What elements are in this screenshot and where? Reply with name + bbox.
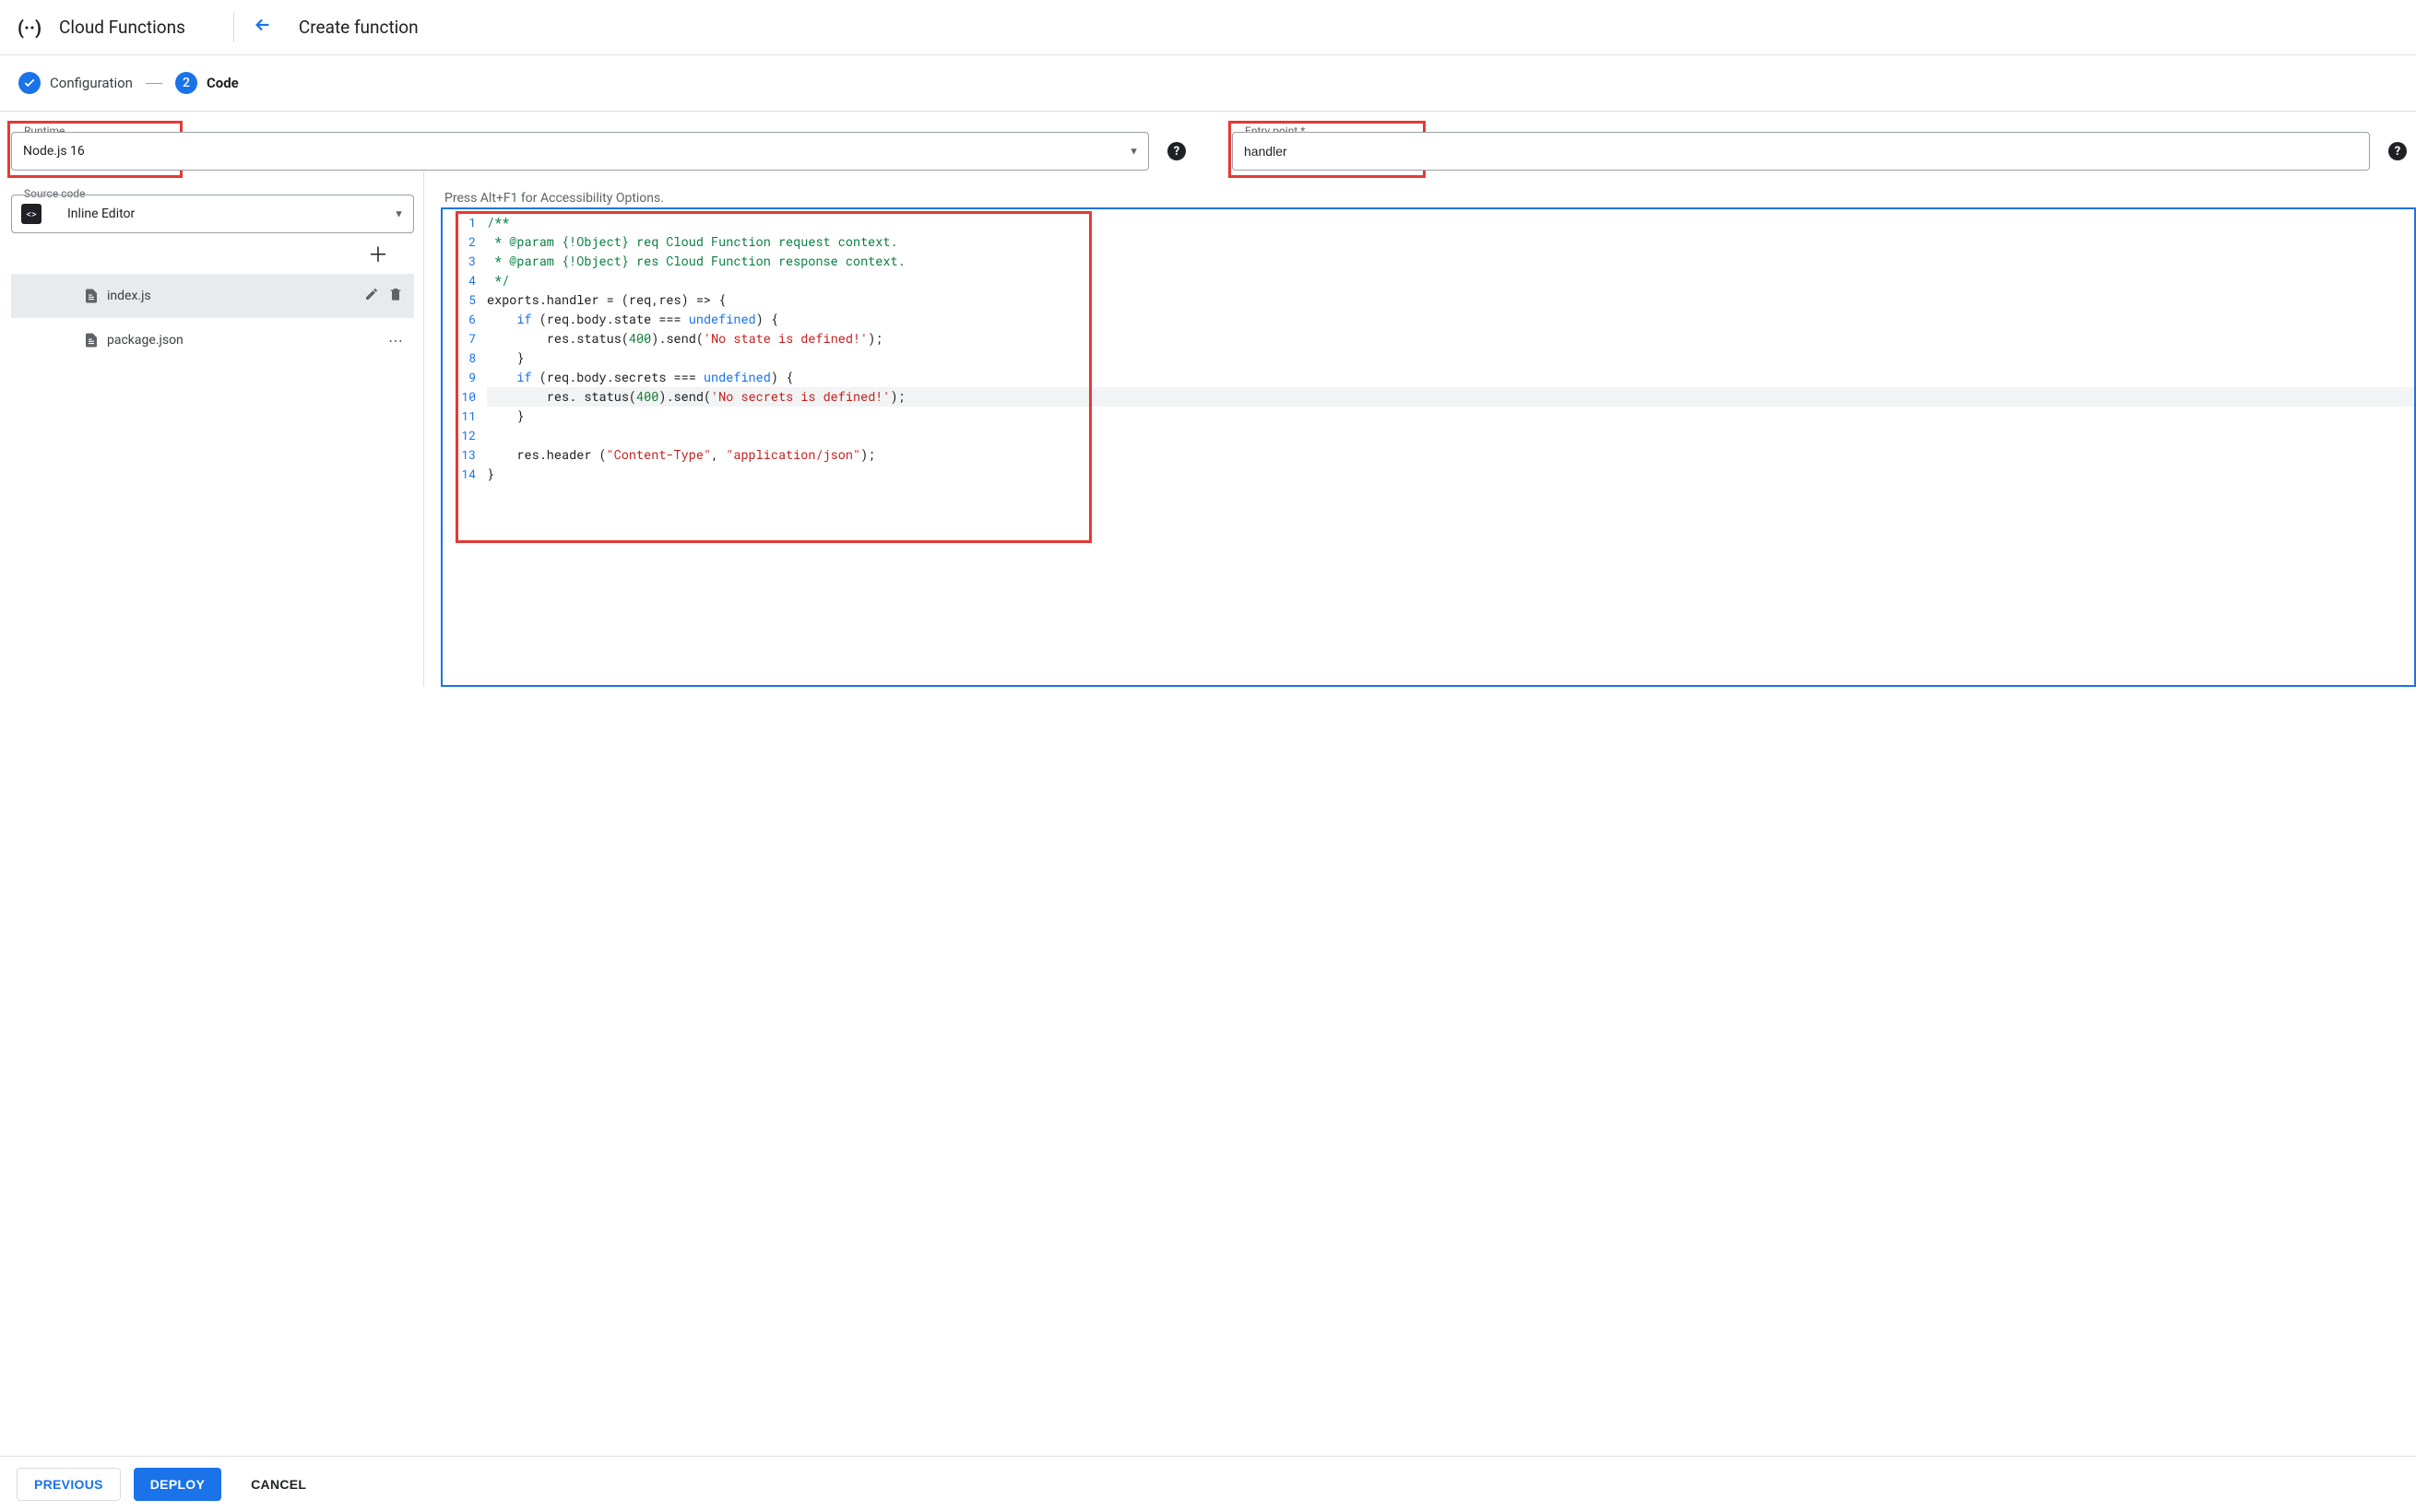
divider bbox=[233, 13, 234, 42]
cloud-functions-icon: (··) bbox=[15, 13, 44, 42]
step-2-number: 2 bbox=[175, 72, 197, 94]
deploy-button[interactable]: DEPLOY bbox=[134, 1468, 221, 1501]
line-number-gutter: 1234567891011121314 bbox=[443, 209, 483, 685]
entry-point-field: Entry point * bbox=[1232, 132, 2370, 171]
back-arrow-icon[interactable] bbox=[253, 15, 273, 41]
previous-button[interactable]: PREVIOUS bbox=[17, 1468, 121, 1501]
accessibility-hint: Press Alt+F1 for Accessibility Options. bbox=[441, 191, 2416, 206]
source-code-select[interactable]: <> Inline Editor ▼ bbox=[11, 195, 414, 233]
inline-editor-icon: <> bbox=[21, 204, 41, 224]
right-panel: Press Alt+F1 for Accessibility Options. … bbox=[424, 171, 2416, 687]
entry-point-input-wrap bbox=[1232, 132, 2370, 171]
code-editor[interactable]: 1234567891011121314 /** * @param {!Objec… bbox=[441, 207, 2416, 687]
service-title: Cloud Functions bbox=[59, 17, 185, 38]
add-file-icon[interactable]: ＋ bbox=[368, 239, 388, 268]
file-name: package.json bbox=[107, 333, 184, 348]
more-icon[interactable]: ⋯ bbox=[388, 332, 403, 349]
footer: PREVIOUS DEPLOY CANCEL bbox=[0, 1456, 2416, 1512]
add-file-row: ＋ bbox=[11, 233, 414, 274]
file-icon bbox=[83, 288, 100, 304]
left-panel: Source code <> Inline Editor ▼ ＋ index.j… bbox=[0, 171, 424, 687]
file-item[interactable]: index.js bbox=[11, 274, 414, 318]
file-item[interactable]: package.json ⋯ bbox=[11, 318, 414, 362]
runtime-field: Runtime Node.js 16 ▼ bbox=[11, 132, 1149, 171]
file-name: index.js bbox=[107, 289, 151, 303]
cancel-button[interactable]: CANCEL bbox=[234, 1468, 323, 1501]
step-1-label[interactable]: Configuration bbox=[50, 75, 133, 91]
page-title: Create function bbox=[299, 17, 419, 38]
runtime-value: Node.js 16 bbox=[23, 144, 85, 159]
chevron-down-icon: ▼ bbox=[1129, 146, 1139, 158]
source-code-value: Inline Editor bbox=[67, 207, 135, 221]
code-area[interactable]: /** * @param {!Object} req Cloud Functio… bbox=[483, 209, 2414, 685]
content: Source code <> Inline Editor ▼ ＋ index.j… bbox=[0, 171, 2416, 687]
entry-point-help-icon[interactable]: ? bbox=[2388, 142, 2407, 160]
step-1-check-icon bbox=[18, 72, 41, 94]
step-connector bbox=[146, 83, 162, 84]
trash-icon[interactable] bbox=[388, 287, 403, 305]
stepper: Configuration 2 Code bbox=[0, 55, 2416, 112]
step-2-label[interactable]: Code bbox=[207, 75, 239, 91]
runtime-select[interactable]: Node.js 16 ▼ bbox=[11, 132, 1149, 171]
page-header: (··) Cloud Functions Create function bbox=[0, 0, 2416, 55]
entry-point-input[interactable] bbox=[1244, 144, 2338, 159]
edit-icon[interactable] bbox=[364, 287, 379, 305]
file-icon bbox=[83, 332, 100, 348]
file-list: index.js package.json ⋯ bbox=[11, 274, 414, 362]
chevron-down-icon: ▼ bbox=[394, 208, 404, 220]
runtime-help-icon[interactable]: ? bbox=[1167, 142, 1186, 160]
